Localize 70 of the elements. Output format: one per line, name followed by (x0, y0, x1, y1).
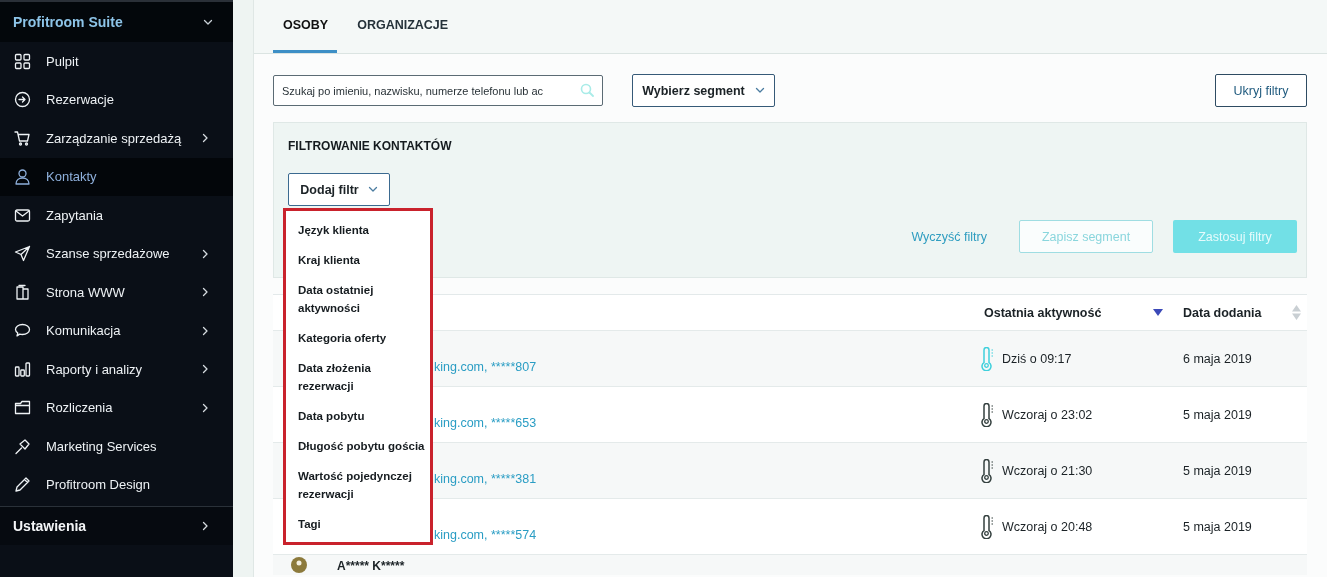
sidebar-item[interactable]: Kontakty (0, 157, 233, 196)
sidebar-item[interactable]: Pulpit (0, 42, 233, 81)
column-header[interactable]: Data dodania (1183, 305, 1262, 320)
pushpin-icon (14, 437, 31, 455)
sidebar-item-label: Rezerwacje (46, 92, 115, 108)
sidebar-item[interactable]: Raporty i analizy (0, 350, 233, 389)
add-filter-dropdown[interactable]: Dodaj filtr (288, 173, 390, 206)
sidebar-item-label: Szanse sprzedażowe (46, 246, 171, 262)
menu-item[interactable]: Data ostatniej aktywności (286, 275, 430, 323)
sidebar-item[interactable]: Rezerwacje (0, 80, 233, 119)
pencil-icon (14, 476, 31, 494)
sidebar-item[interactable]: Szanse sprzedażowe (0, 234, 233, 273)
hide-filters-button[interactable]: Ukryj filtry (1215, 74, 1307, 107)
table-cell: 5 maja 2019 (1183, 519, 1252, 534)
table-cell: 5 maja 2019 (1183, 463, 1252, 478)
sidebar-item-label: Strona WWW (46, 284, 126, 300)
sidebar-item[interactable]: Zapytania (0, 196, 233, 235)
column-header[interactable]: Ostatnia aktywność (984, 305, 1102, 320)
search-icon (580, 83, 594, 97)
sidebar-item-label: Raporty i analizy (46, 361, 144, 377)
sidebar-item-label: Profitroom Design (46, 477, 152, 493)
sidebar-item-label: Marketing Services (46, 438, 158, 454)
chevron-down-icon (367, 186, 378, 193)
folder-icon (14, 399, 31, 417)
mail-icon (14, 206, 31, 224)
app-title: Profitroom Suite (13, 14, 124, 30)
sidebar-item-label: Pulpit (46, 53, 80, 69)
sidebar-item[interactable]: Profitroom Design (0, 465, 233, 504)
menu-item[interactable]: Wartość pojedynczej rezerwacji (286, 461, 430, 509)
grid-icon (14, 52, 31, 70)
sidebar-item-label: Zapytania (46, 207, 105, 223)
menu-item[interactable]: Data pobytu (286, 401, 430, 431)
chevron-down-icon (754, 87, 765, 94)
pages-icon (14, 283, 31, 301)
paper-plane-icon (14, 245, 31, 263)
table-cell: Wczoraj o 20:48 (1002, 519, 1093, 534)
table-cell: 6 maja 2019 (1183, 351, 1252, 366)
sidebar-item-label: Rozliczenia (46, 400, 114, 416)
person-icon (14, 168, 31, 186)
sidebar-item[interactable]: Marketing Services (0, 427, 233, 466)
arrow-circle-icon (14, 91, 31, 109)
cart-icon (14, 129, 31, 147)
avatar-icon (291, 557, 307, 573)
section-title: FILTROWANIE KONTAKTÓW (288, 139, 453, 153)
menu-item[interactable]: Data złożenia rezerwacji (286, 353, 430, 401)
bar-chart-icon (14, 360, 31, 378)
tab[interactable]: OSOBY (273, 0, 338, 53)
sidebar-item[interactable]: Strona WWW (0, 273, 233, 312)
contact-name[interactable]: A***** K***** (337, 559, 405, 573)
table-cell: Wczoraj o 23:02 (1002, 407, 1093, 422)
sidebar-item-label: Kontakty (46, 169, 98, 185)
tab[interactable]: ORGANIZACJE (357, 0, 463, 53)
sidebar-item[interactable]: Ustawienia (0, 506, 233, 545)
sidebar-item-label: Komunikacja (46, 323, 122, 339)
menu-item[interactable]: Język klienta (286, 215, 430, 245)
menu-item[interactable]: Tagi (286, 509, 430, 539)
sidebar-header[interactable]: Profitroom Suite (0, 0, 233, 42)
sidebar-item[interactable]: Zarządzanie sprzedażą (0, 119, 233, 158)
menu-item[interactable]: Kategoria oferty (286, 323, 430, 353)
table-cell: 5 maja 2019 (1183, 407, 1252, 422)
sidebar-item-label: Zarządzanie sprzedażą (46, 130, 183, 146)
table-cell: Dziś o 09:17 (1002, 351, 1072, 366)
sidebar-item[interactable]: Rozliczenia (0, 388, 233, 427)
sidebar-item-label: Ustawienia (13, 518, 88, 534)
segment-dropdown[interactable]: Wybierz segment (632, 74, 775, 107)
menu-item[interactable]: Długość pobytu gościa (286, 431, 430, 461)
search-field[interactable]: Szukaj po imieniu, nazwisku, numerze telefonu lub ac (273, 75, 603, 106)
sidebar-item[interactable]: Komunikacja (0, 311, 233, 350)
table-cell: Wczoraj o 21:30 (1002, 463, 1093, 478)
menu-item[interactable]: Kraj klienta (286, 245, 430, 275)
